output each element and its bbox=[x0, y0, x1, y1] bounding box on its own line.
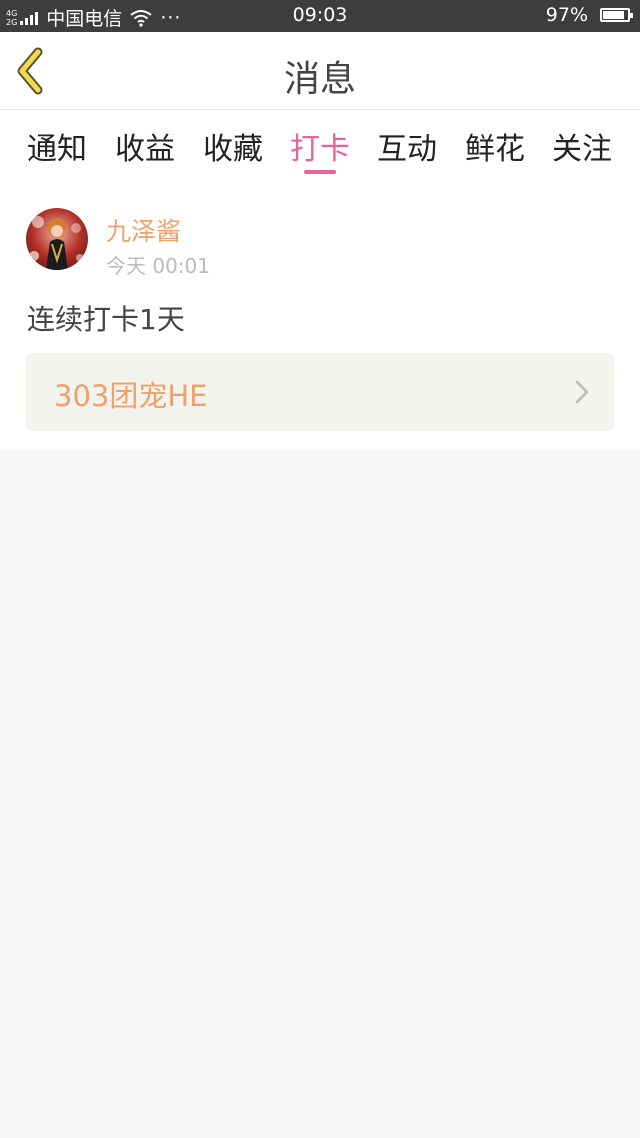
page-title: 消息 bbox=[283, 59, 356, 100]
avatar-image bbox=[26, 208, 88, 270]
battery-percent: 97% bbox=[545, 4, 588, 26]
tab-earnings[interactable]: 收益 bbox=[102, 124, 188, 168]
active-tab-indicator bbox=[304, 170, 336, 174]
tab-bar: 通知 收益 收藏 打卡 互动 鲜花 关注 bbox=[0, 110, 640, 180]
avatar[interactable] bbox=[26, 208, 88, 270]
tab-checkin[interactable]: 打卡 bbox=[277, 124, 363, 168]
tab-flowers[interactable]: 鲜花 bbox=[452, 124, 538, 168]
tab-interactions[interactable]: 互动 bbox=[364, 124, 450, 168]
linked-post-title: 303团宠HE bbox=[54, 379, 208, 413]
battery-icon bbox=[600, 8, 633, 22]
chevron-right-icon bbox=[575, 380, 589, 404]
battery-fill bbox=[603, 11, 625, 19]
message-text: 连续打卡1天 bbox=[27, 303, 185, 336]
status-bar: 4G 2G 中国电信 ··· 09:03 97% bbox=[0, 0, 640, 32]
nav-header: 消息 bbox=[0, 32, 640, 110]
tab-following[interactable]: 关注 bbox=[539, 124, 625, 168]
message-card: 九泽酱 今天 00:01 连续打卡1天 303团宠HE bbox=[0, 180, 640, 450]
username[interactable]: 九泽酱 bbox=[106, 212, 181, 248]
tab-notifications[interactable]: 通知 bbox=[14, 124, 100, 168]
message-timestamp: 今天 00:01 bbox=[106, 254, 210, 278]
status-bar-right: 97% bbox=[545, 4, 633, 26]
linked-post-card[interactable]: 303团宠HE bbox=[26, 353, 614, 431]
tab-favorites[interactable]: 收藏 bbox=[190, 124, 276, 168]
status-time: 09:03 bbox=[292, 4, 348, 26]
